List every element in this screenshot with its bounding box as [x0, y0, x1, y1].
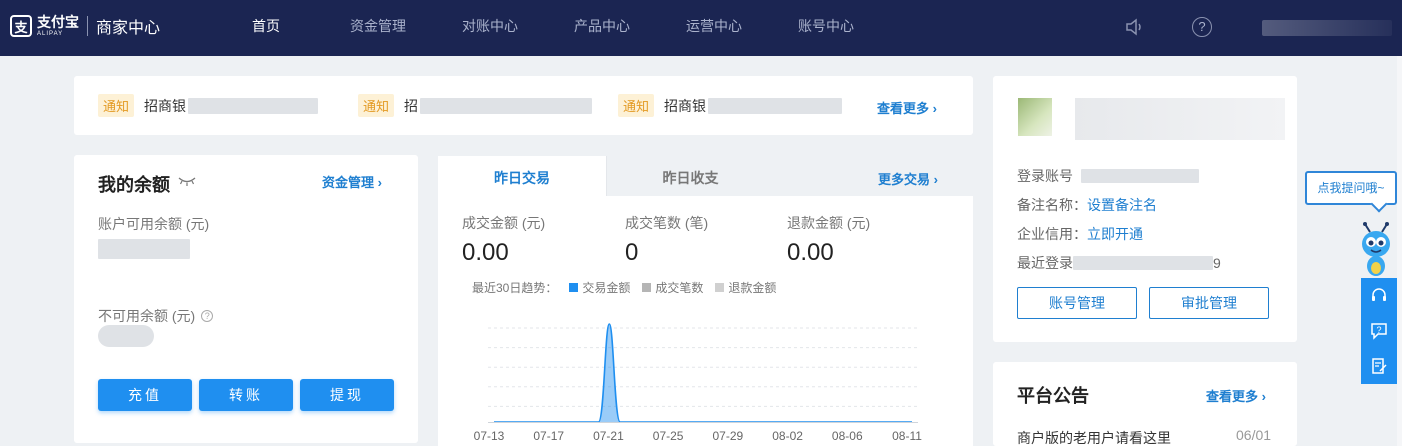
account-name-redacted [1075, 98, 1285, 140]
eye-closed-icon[interactable] [178, 175, 196, 187]
legend-swatch [569, 283, 579, 292]
announcement-more-link[interactable]: 查看更多 › [1206, 386, 1266, 405]
x-tick-label: 08-06 [832, 429, 863, 443]
metric-count: 成交笔数 (笔) 0 [625, 213, 708, 267]
page-scrollbar[interactable] [1397, 56, 1402, 446]
fund-management-link[interactable]: 资金管理 › [322, 172, 382, 191]
credit-row: 企业信用： 立即开通 [1017, 224, 1143, 244]
top-navigation-bar: 支 支付宝 ALIPAY 商家中心 首页 资金管理 对账中心 产品中心 运营中心… [0, 0, 1402, 56]
notice-tag: 通知 [98, 94, 135, 117]
metric-value: 0 [625, 239, 639, 266]
question-icon[interactable]: ? [201, 310, 214, 322]
open-credit-link[interactable]: 立即开通 [1087, 224, 1143, 244]
avatar[interactable] [1018, 98, 1052, 136]
login-account-redacted [1081, 169, 1199, 183]
balance-card: 我的余额 资金管理 › 账户可用余额 (元) 不可用余额 (元) ? 充值 转账… [74, 155, 418, 443]
notice-item[interactable]: 通知 招商银 [618, 94, 843, 117]
nav-home[interactable]: 首页 [210, 0, 322, 56]
unavailable-balance-label: 不可用余额 (元) ? [98, 306, 214, 326]
notice-tag: 通知 [618, 94, 655, 117]
helper-sidebar: ? [1361, 278, 1397, 384]
user-account-menu[interactable] [1262, 20, 1392, 36]
x-tick-label: 08-02 [772, 429, 803, 443]
notice-item[interactable]: 通知 招商银 [98, 94, 319, 117]
legend-swatch [642, 283, 652, 292]
svg-text:?: ? [1376, 325, 1381, 335]
faq-icon[interactable]: ? [1370, 322, 1388, 340]
trade-panel: 成交金额 (元) 0.00 成交笔数 (笔) 0 退款金额 (元) 0.00 最… [438, 196, 973, 446]
tab-yesterday-trade[interactable]: 昨日交易 [438, 156, 606, 196]
alipay-mark-icon: 支 [10, 15, 32, 37]
metric-refund: 退款金额 (元) 0.00 [787, 213, 870, 267]
notice-redacted [420, 97, 593, 114]
notice-more-link[interactable]: 查看更多 › [877, 98, 937, 117]
unavailable-balance-redacted [98, 325, 154, 347]
main-nav: 首页 资金管理 对账中心 产品中心 运营中心 账号中心 [210, 0, 882, 56]
nav-reconciliation[interactable]: 对账中心 [434, 0, 546, 56]
last-login-redacted [1073, 256, 1213, 270]
legend-swatch [715, 283, 725, 292]
notice-item[interactable]: 通知 招 [358, 94, 593, 117]
x-tick-label: 07-13 [474, 429, 505, 443]
notice-text: 招商银 [144, 97, 187, 114]
notice-redacted [708, 97, 843, 114]
account-card: 登录账号 备注名称： 设置备注名 企业信用： 立即开通 最近登录 9 账号管理 … [993, 76, 1297, 342]
ant-mascot-icon[interactable] [1356, 222, 1396, 278]
alipay-logo[interactable]: 支 支付宝 ALIPAY 商家中心 [10, 14, 160, 38]
portal-title: 商家中心 [96, 20, 161, 37]
feedback-icon[interactable] [1370, 357, 1388, 375]
x-tick-label: 07-17 [533, 429, 564, 443]
available-balance-redacted [98, 239, 190, 259]
x-tick-label: 07-25 [653, 429, 684, 443]
approval-management-button[interactable]: 审批管理 [1149, 287, 1269, 319]
announcement-title: 平台公告 [1017, 386, 1089, 406]
notice-text: 招 [404, 97, 419, 114]
metric-label: 退款金额 (元) [787, 215, 871, 231]
nav-fund-management[interactable]: 资金管理 [322, 0, 434, 56]
set-remark-link[interactable]: 设置备注名 [1087, 195, 1157, 215]
metric-value: 0.00 [787, 239, 834, 266]
metric-label: 成交金额 (元) [462, 215, 546, 231]
balance-title: 我的余额 [98, 175, 170, 195]
remark-row: 备注名称： 设置备注名 [1017, 195, 1157, 215]
login-account-row: 登录账号 [1017, 166, 1199, 186]
notice-tag: 通知 [358, 94, 395, 117]
transfer-button[interactable]: 转账 [199, 379, 293, 411]
tab-yesterday-balance[interactable]: 昨日收支 [606, 156, 774, 196]
trend-chart: 07-13 07-17 07-21 07-25 07-29 08-02 08-06 08-11 [474, 323, 922, 443]
logo-divider [87, 16, 88, 36]
logo-brand-en: ALIPAY [37, 31, 64, 37]
last-login-row: 最近登录 9 [1017, 255, 1221, 271]
more-trades-link[interactable]: 更多交易 › [878, 169, 938, 188]
announcement-item[interactable]: 商户版的老用户请看这里 [1017, 428, 1171, 446]
metric-amount: 成交金额 (元) 0.00 [462, 213, 545, 267]
metric-value: 0.00 [462, 239, 509, 266]
customer-service-icon[interactable] [1370, 287, 1388, 305]
notice-redacted [188, 97, 319, 114]
x-tick-label: 07-21 [593, 429, 624, 443]
metric-label: 成交笔数 (笔) [625, 215, 709, 231]
logo-brand-cn: 支付宝 [37, 14, 79, 30]
recharge-button[interactable]: 充值 [98, 379, 192, 411]
account-management-button[interactable]: 账号管理 [1017, 287, 1137, 319]
series-area-amount [494, 324, 912, 422]
nav-operations[interactable]: 运营中心 [658, 0, 770, 56]
notice-bar: 通知 招商银 通知 招 通知 招商银 查看更多 › [74, 76, 973, 135]
trade-card: 昨日交易 昨日收支 更多交易 › 成交金额 (元) 0.00 成交笔数 (笔) … [438, 155, 973, 446]
available-balance-label: 账户可用余额 (元) [98, 216, 210, 232]
nav-products[interactable]: 产品中心 [546, 0, 658, 56]
withdraw-button[interactable]: 提现 [300, 379, 394, 411]
x-tick-label: 08-11 [892, 429, 922, 443]
x-tick-label: 07-29 [713, 429, 744, 443]
announcement-date: 06/01 [1236, 427, 1272, 443]
series-line-amount[interactable] [494, 323, 912, 423]
speaker-icon[interactable] [1124, 17, 1144, 37]
notice-text: 招商银 [664, 97, 707, 114]
ask-question-bubble[interactable]: 点我提问哦~ [1305, 171, 1397, 205]
nav-account[interactable]: 账号中心 [770, 0, 882, 56]
announcement-card: 平台公告 查看更多 › 商户版的老用户请看这里 06/01 [993, 362, 1297, 446]
help-icon[interactable]: ? [1192, 17, 1212, 37]
